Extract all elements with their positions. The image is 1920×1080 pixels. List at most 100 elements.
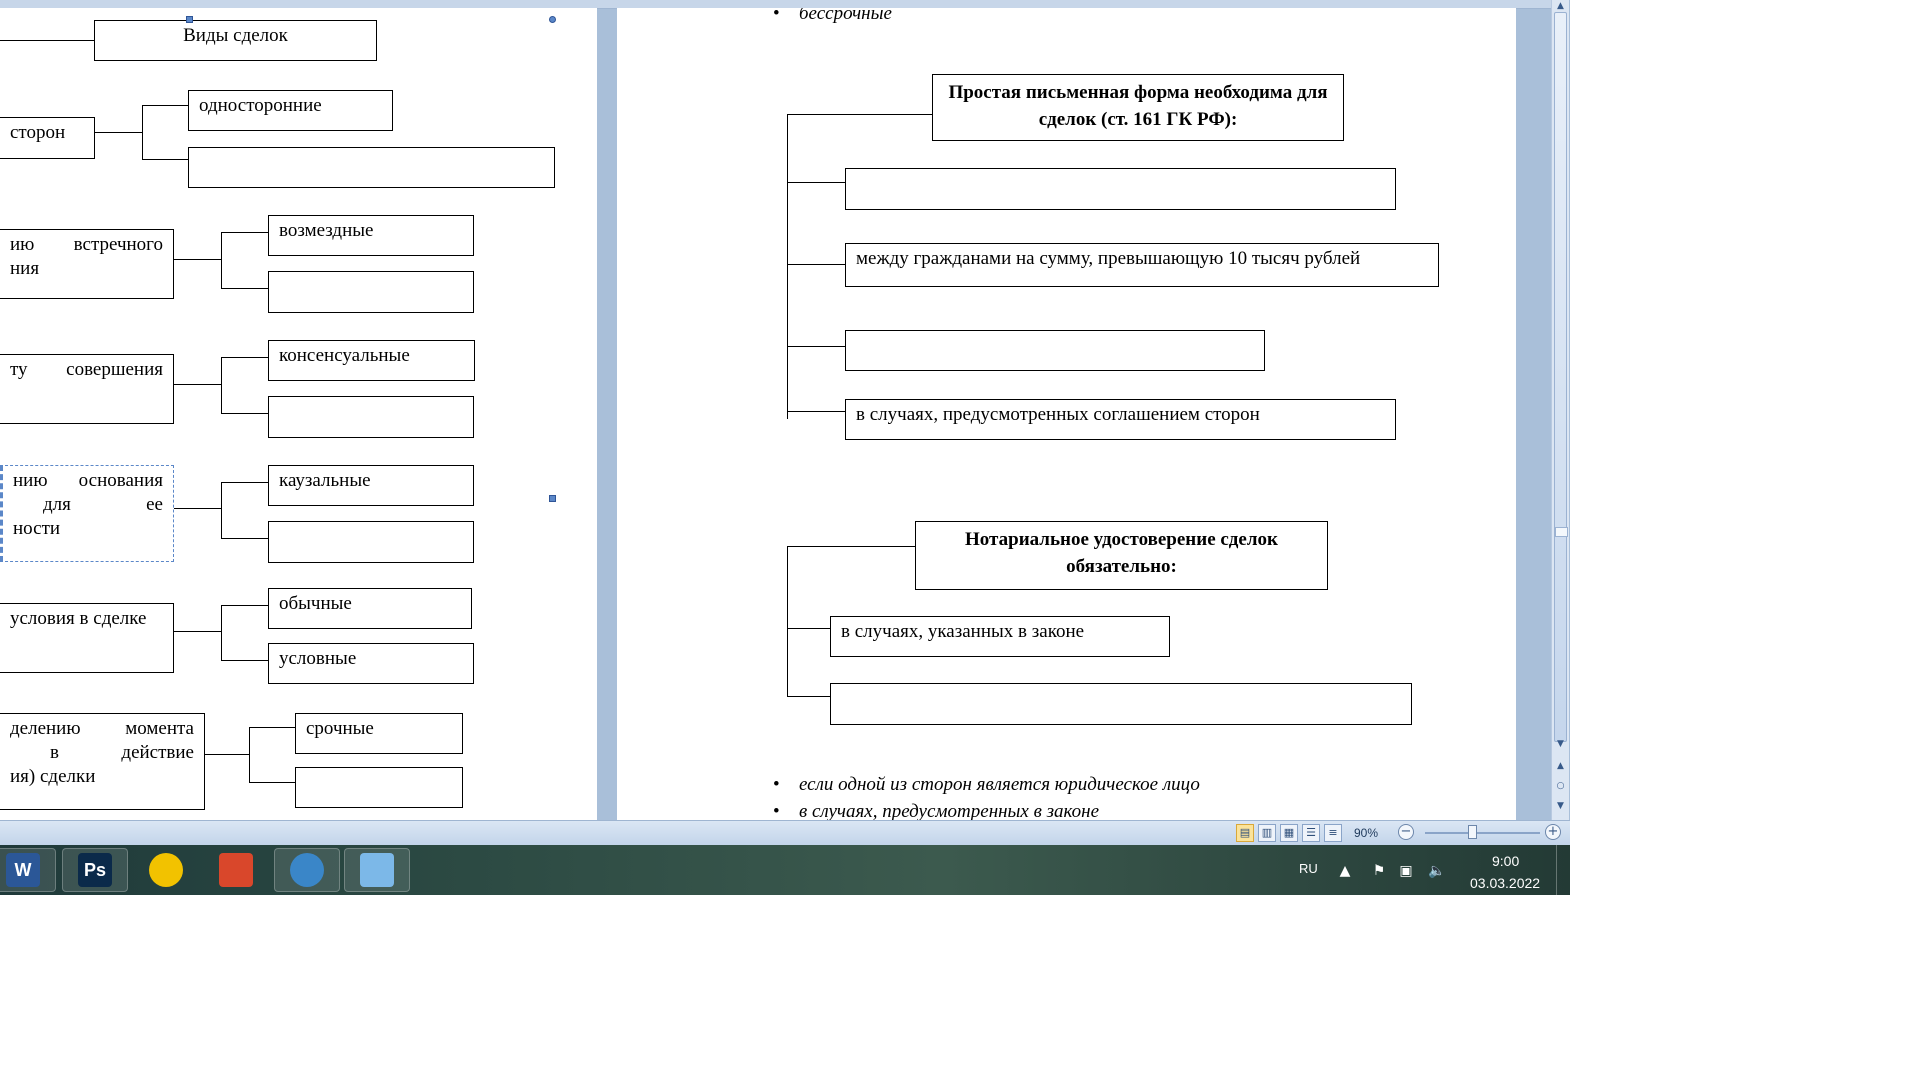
next-page-icon[interactable]: ▼ bbox=[1554, 800, 1567, 813]
bullet-item: если одной из сторон является юридическо… bbox=[773, 774, 1200, 796]
web-layout-view-icon[interactable]: ▦ bbox=[1280, 824, 1298, 842]
type-box[interactable]: односторонние bbox=[188, 90, 393, 131]
type-box-empty[interactable] bbox=[188, 147, 555, 188]
connector bbox=[249, 782, 295, 783]
document-page-right[interactable]: бессрочные Простая письменная форма необ… bbox=[617, 8, 1516, 820]
connector bbox=[221, 357, 268, 358]
network-icon[interactable]: ▣ bbox=[1397, 862, 1415, 880]
type-box-empty[interactable] bbox=[268, 396, 474, 438]
simple-form-title-box[interactable]: Простая письменная форма необходима для … bbox=[932, 74, 1344, 141]
type-box[interactable]: возмездные bbox=[268, 215, 474, 256]
connector bbox=[174, 631, 221, 632]
clock-time[interactable]: 9:00 bbox=[1492, 853, 1519, 869]
notarial-item-empty[interactable] bbox=[830, 683, 1412, 725]
status-bar: ▤ ▥ ▦ ☰ ≡ 90% − + bbox=[0, 820, 1570, 845]
clock-date[interactable]: 03.03.2022 bbox=[1470, 875, 1540, 891]
simple-form-item[interactable]: в случаях, предусмотренных соглашением с… bbox=[845, 399, 1396, 440]
type-box[interactable]: срочные bbox=[295, 713, 463, 754]
scrollbar-grip bbox=[1555, 527, 1568, 537]
show-hidden-icons-icon[interactable]: ▲ bbox=[1336, 862, 1354, 880]
presentation-icon bbox=[219, 853, 253, 887]
zoom-slider-thumb[interactable] bbox=[1468, 825, 1477, 839]
print-layout-view-icon[interactable]: ▤ bbox=[1236, 824, 1254, 842]
media-player-icon bbox=[290, 853, 324, 887]
connector bbox=[787, 114, 932, 115]
connector bbox=[787, 546, 788, 696]
selection-handle[interactable] bbox=[549, 495, 556, 502]
vertical-scrollbar[interactable]: ▲ ▼ ▲ ○ ▼ bbox=[1551, 0, 1569, 820]
zoom-level[interactable]: 90% bbox=[1354, 826, 1378, 840]
notarial-title-box[interactable]: Нотариальное удостоверение сделок обязат… bbox=[915, 521, 1328, 590]
type-box[interactable]: условные bbox=[268, 643, 474, 684]
connector bbox=[787, 411, 845, 412]
criterion-box[interactable]: сторон bbox=[0, 117, 95, 159]
simple-form-item-empty[interactable] bbox=[845, 168, 1396, 210]
taskbar-button-word[interactable]: W bbox=[0, 848, 56, 892]
document-page-left[interactable]: Виды сделок сторон односторонние ию встр… bbox=[0, 8, 597, 820]
type-box-empty[interactable] bbox=[268, 521, 474, 563]
scrollbar-thumb[interactable] bbox=[1554, 12, 1567, 742]
zoom-slider-track[interactable] bbox=[1425, 832, 1540, 834]
connector bbox=[142, 105, 188, 106]
connector bbox=[221, 538, 268, 539]
connector bbox=[221, 660, 268, 661]
bullet-item: в случаях, предусмотренных в законе bbox=[773, 801, 1099, 820]
connector bbox=[221, 605, 268, 606]
taskbar: W Ps RU ▲ ⚑ ▣ 🔈 9:00 03.03.2022 bbox=[0, 845, 1570, 895]
criterion-box[interactable]: условия в сделке bbox=[0, 603, 174, 673]
green-app-icon bbox=[149, 853, 183, 887]
volume-icon[interactable]: 🔈 bbox=[1428, 862, 1446, 880]
type-box[interactable]: консенсуальные bbox=[268, 340, 475, 381]
notarial-item[interactable]: в случаях, указанных в законе bbox=[830, 616, 1170, 657]
type-box[interactable]: обычные bbox=[268, 588, 472, 629]
type-box[interactable]: каузальные bbox=[268, 465, 474, 506]
taskbar-button-presentation[interactable] bbox=[203, 848, 269, 892]
word-window: Виды сделок сторон односторонние ию встр… bbox=[0, 0, 1570, 845]
connector bbox=[142, 105, 143, 159]
type-box-empty[interactable] bbox=[295, 767, 463, 808]
connector bbox=[95, 132, 142, 133]
scroll-down-icon[interactable]: ▼ bbox=[1554, 738, 1567, 751]
taskbar-button-media-player[interactable] bbox=[274, 848, 340, 892]
selection-handle[interactable] bbox=[549, 16, 556, 23]
type-box-empty[interactable] bbox=[268, 271, 474, 313]
connector bbox=[221, 605, 222, 660]
connector bbox=[174, 259, 221, 260]
connector bbox=[787, 346, 845, 347]
language-indicator[interactable]: RU bbox=[1299, 861, 1318, 876]
connector bbox=[787, 546, 915, 547]
select-browse-object-icon[interactable]: ○ bbox=[1554, 780, 1567, 793]
zoom-in-icon[interactable]: + bbox=[1545, 824, 1561, 840]
connector bbox=[787, 114, 788, 419]
connector bbox=[787, 628, 830, 629]
selection-handle[interactable] bbox=[186, 16, 193, 23]
photoshop-icon: Ps bbox=[78, 853, 112, 887]
connector bbox=[249, 727, 295, 728]
draft-view-icon[interactable]: ≡ bbox=[1324, 824, 1342, 842]
criterion-box-selected[interactable]: нию основания для ее ности bbox=[0, 465, 174, 562]
criterion-box[interactable]: ту совершения bbox=[0, 354, 174, 424]
previous-page-icon[interactable]: ▲ bbox=[1554, 760, 1567, 773]
simple-form-item-empty[interactable] bbox=[845, 330, 1265, 371]
taskbar-button-photoshop[interactable]: Ps bbox=[62, 848, 128, 892]
diagram-root-box[interactable]: Виды сделок bbox=[94, 20, 377, 61]
bullet-item: бессрочные bbox=[773, 8, 892, 25]
word-icon: W bbox=[6, 853, 40, 887]
outline-view-icon[interactable]: ☰ bbox=[1302, 824, 1320, 842]
action-center-flag-icon[interactable]: ⚑ bbox=[1370, 862, 1388, 880]
taskbar-button-green-app[interactable] bbox=[133, 848, 199, 892]
full-screen-reading-view-icon[interactable]: ▥ bbox=[1258, 824, 1276, 842]
show-desktop-button[interactable] bbox=[1556, 845, 1571, 895]
connector bbox=[174, 384, 221, 385]
criterion-box[interactable]: делению момента в действие ия) сделки bbox=[0, 713, 205, 810]
taskbar-button-paint[interactable] bbox=[344, 848, 410, 892]
simple-form-item[interactable]: между гражданами на сумму, превышающую 1… bbox=[845, 243, 1439, 287]
connector bbox=[142, 159, 188, 160]
connector bbox=[787, 182, 845, 183]
connector bbox=[221, 482, 222, 538]
zoom-out-icon[interactable]: − bbox=[1398, 824, 1414, 840]
paint-icon bbox=[360, 853, 394, 887]
criterion-box[interactable]: ию встречного ния bbox=[0, 229, 174, 299]
connector bbox=[221, 482, 268, 483]
connector bbox=[221, 232, 222, 288]
